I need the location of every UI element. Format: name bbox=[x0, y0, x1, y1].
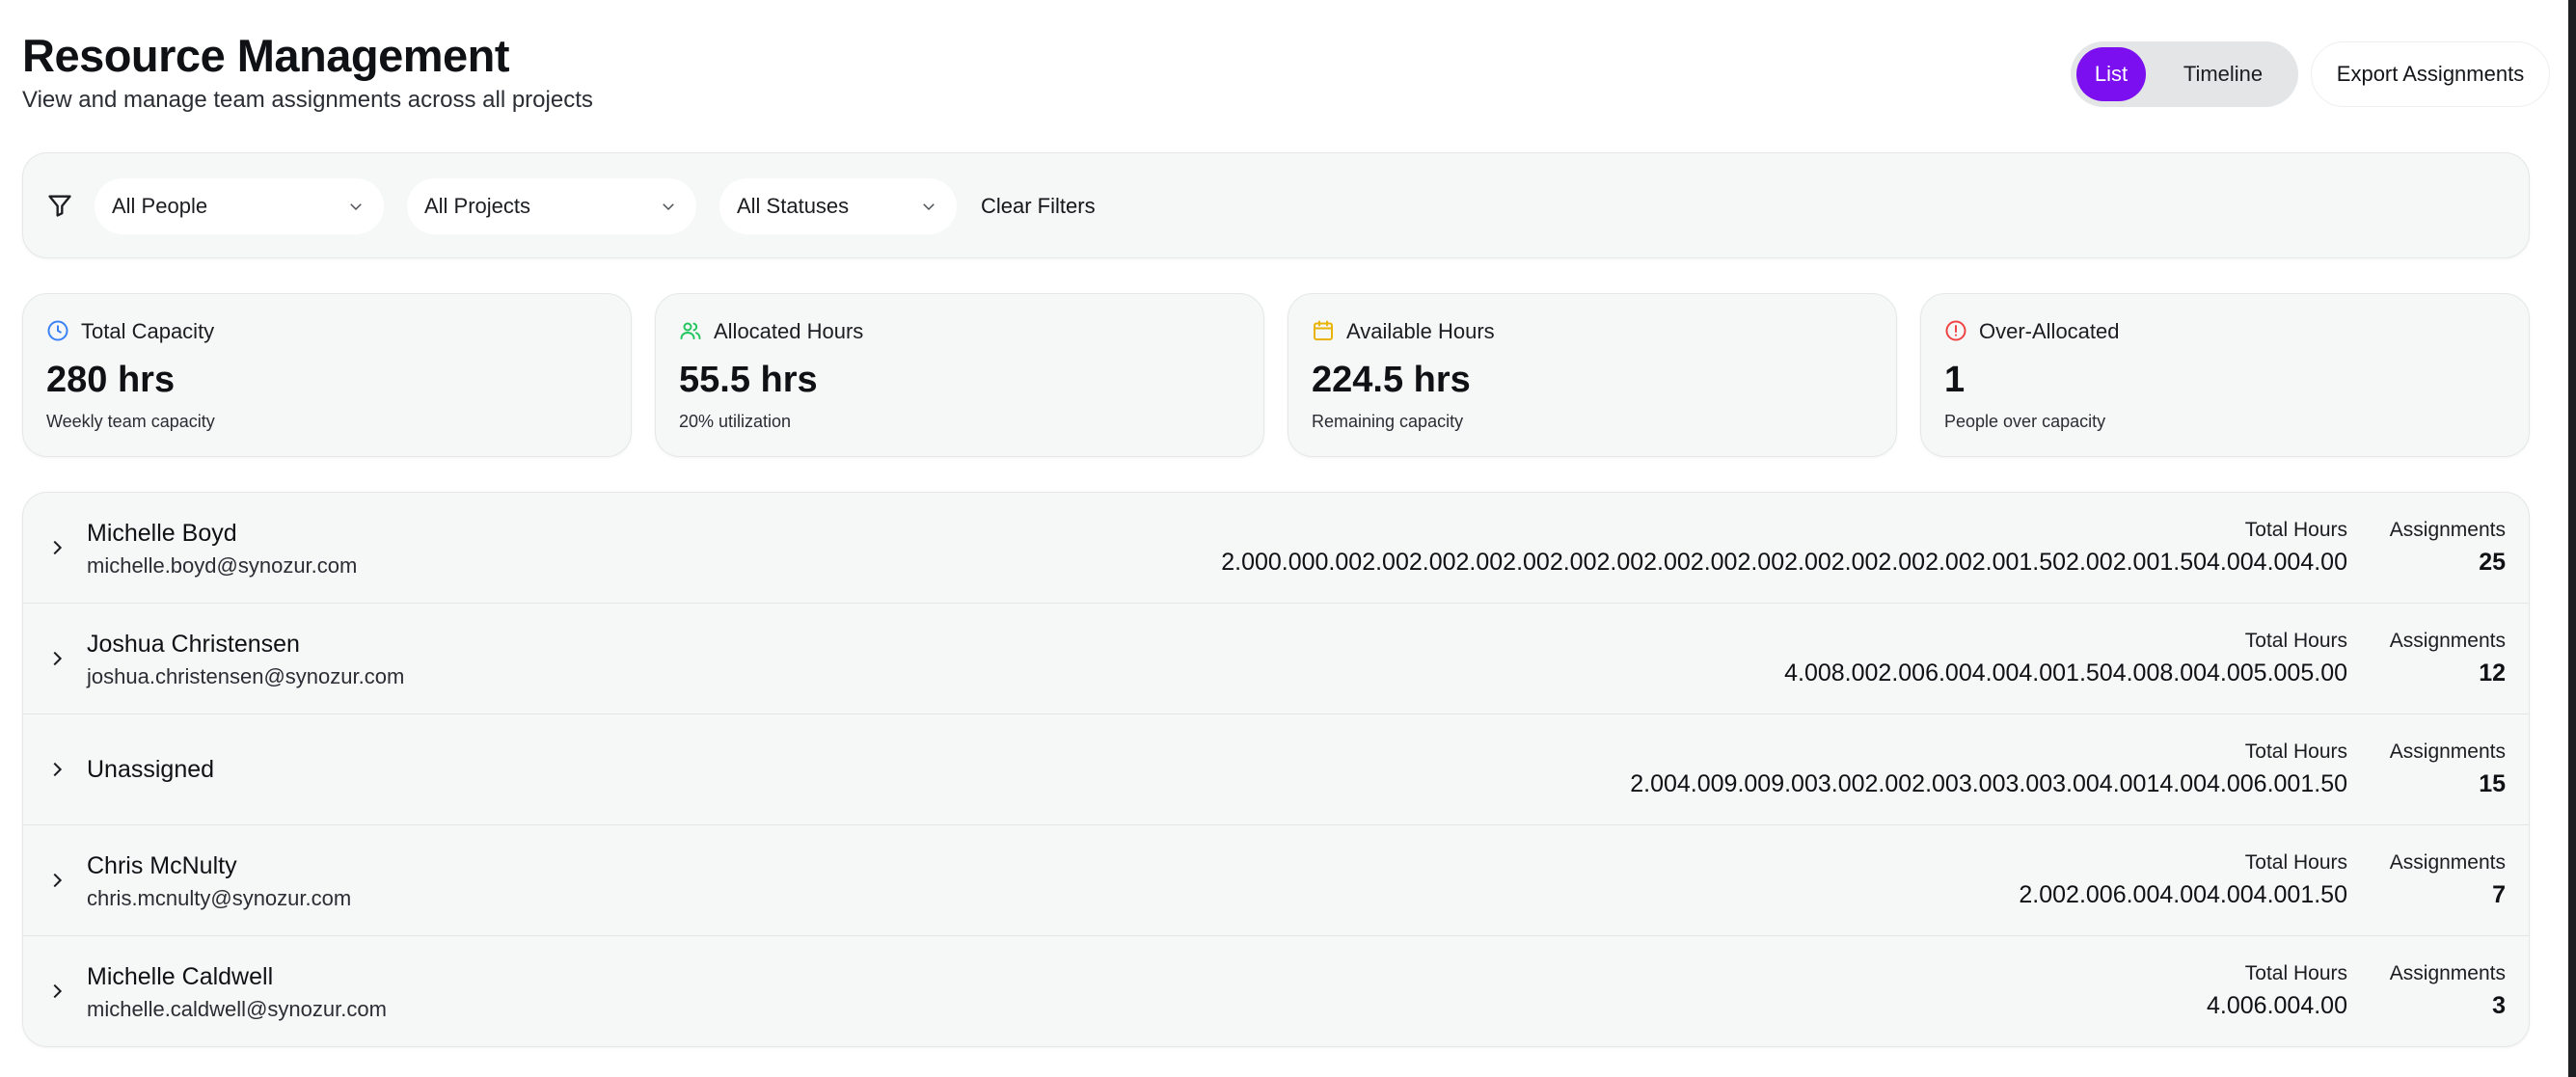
stat-value: 55.5 hrs bbox=[679, 360, 818, 400]
total-hours-value: 2.002.006.004.004.004.001.50 bbox=[2019, 881, 2347, 908]
total-hours-label: Total Hours bbox=[2244, 740, 2347, 763]
people-assignments-list: Michelle Boyd michelle.boyd@synozur.com … bbox=[22, 492, 2530, 1047]
person-row[interactable]: Joshua Christensen joshua.christensen@sy… bbox=[23, 604, 2529, 714]
stat-subtext: Weekly team capacity bbox=[46, 412, 215, 431]
assignments-count: 25 bbox=[2479, 549, 2506, 576]
assignments-label: Assignments bbox=[2389, 851, 2506, 874]
person-name: Joshua Christensen bbox=[87, 631, 300, 658]
chevron-down-icon bbox=[663, 203, 674, 211]
chevron-right-icon[interactable] bbox=[46, 870, 68, 891]
page-header: Resource Management View and manage team… bbox=[22, 0, 2550, 145]
page-subtitle: View and manage team assignments across … bbox=[22, 87, 593, 113]
stat-subtext: People over capacity bbox=[1944, 412, 2106, 431]
export-assignments-button[interactable]: Export Assignments bbox=[2311, 41, 2550, 107]
assignments-label: Assignments bbox=[2389, 962, 2506, 984]
clear-filters-button[interactable]: Clear Filters bbox=[981, 178, 1096, 234]
stat-subtext: 20% utilization bbox=[679, 412, 792, 431]
chevron-right-icon[interactable] bbox=[46, 981, 68, 1002]
stat-label: Over-Allocated bbox=[1979, 319, 2120, 343]
stat-card-over-allocated: Over-Allocated 1 People over capacity bbox=[1920, 293, 2530, 457]
person-row[interactable]: Unassigned Total Hours 2.004.009.009.003… bbox=[23, 714, 2529, 825]
stat-card-total-capacity: Total Capacity 280 hrs Weekly team capac… bbox=[22, 293, 632, 457]
assignments-count: 3 bbox=[2492, 992, 2506, 1019]
person-row[interactable]: Chris McNulty chris.mcnulty@synozur.com … bbox=[23, 825, 2529, 936]
chevron-right-icon[interactable] bbox=[46, 537, 68, 558]
total-hours-value: 4.008.002.006.004.004.001.504.008.004.00… bbox=[1784, 660, 2347, 687]
total-hours-label: Total Hours bbox=[2244, 962, 2347, 984]
clock-icon bbox=[47, 320, 68, 341]
people-filter-value: All People bbox=[112, 194, 208, 218]
total-hours-label: Total Hours bbox=[2244, 630, 2347, 652]
total-hours-label: Total Hours bbox=[2244, 851, 2347, 874]
assignments-count: 7 bbox=[2492, 881, 2506, 908]
window-edge bbox=[2568, 0, 2576, 1077]
stat-value: 224.5 hrs bbox=[1312, 360, 1471, 400]
projects-filter-value: All Projects bbox=[424, 194, 531, 218]
assignments-count: 12 bbox=[2479, 660, 2506, 687]
resource-management-page: Resource Management View and manage team… bbox=[22, 0, 2550, 1047]
chevron-right-icon[interactable] bbox=[46, 648, 68, 669]
projects-filter-select[interactable]: All Projects bbox=[407, 178, 696, 234]
page-title: Resource Management bbox=[22, 30, 510, 81]
chevron-right-icon[interactable] bbox=[46, 759, 68, 780]
stat-subtext: Remaining capacity bbox=[1312, 412, 1464, 431]
person-name: Unassigned bbox=[87, 756, 215, 783]
person-email: michelle.caldwell@synozur.com bbox=[87, 997, 387, 1021]
chevron-down-icon bbox=[350, 203, 362, 211]
person-email: joshua.christensen@synozur.com bbox=[87, 664, 405, 688]
person-email: chris.mcnulty@synozur.com bbox=[87, 886, 352, 910]
assignments-count: 15 bbox=[2479, 770, 2506, 797]
total-hours-value: 4.006.004.00 bbox=[2207, 992, 2347, 1019]
assignments-label: Assignments bbox=[2389, 630, 2506, 652]
person-name: Chris McNulty bbox=[87, 852, 237, 879]
filter-icon bbox=[48, 195, 71, 217]
users-icon bbox=[680, 322, 701, 339]
alert-circle-icon bbox=[1945, 320, 1966, 341]
total-hours-label: Total Hours bbox=[2244, 519, 2347, 541]
person-name: Michelle Caldwell bbox=[87, 963, 274, 990]
status-filter-value: All Statuses bbox=[737, 194, 850, 218]
stat-label: Available Hours bbox=[1346, 319, 1495, 343]
view-toggle: List Timeline bbox=[2071, 41, 2298, 107]
person-email: michelle.boyd@synozur.com bbox=[87, 553, 358, 578]
assignments-label: Assignments bbox=[2389, 519, 2506, 541]
person-name: Michelle Boyd bbox=[87, 520, 237, 547]
total-hours-value: 2.004.009.009.003.002.002.003.003.003.00… bbox=[1630, 770, 2347, 797]
person-row[interactable]: Michelle Caldwell michelle.caldwell@syno… bbox=[23, 936, 2529, 1046]
chevron-down-icon bbox=[923, 203, 935, 211]
calendar-icon bbox=[1314, 320, 1333, 340]
stat-card-allocated-hours: Allocated Hours 55.5 hrs 20% utilization bbox=[655, 293, 1264, 457]
list-view-button[interactable]: List bbox=[2076, 47, 2146, 101]
stat-card-available-hours: Available Hours 224.5 hrs Remaining capa… bbox=[1288, 293, 1897, 457]
assignments-label: Assignments bbox=[2389, 740, 2506, 763]
stat-value: 1 bbox=[1944, 360, 1966, 400]
filter-bar: All People All Projects All Statuses Cle… bbox=[22, 152, 2530, 258]
timeline-view-button[interactable]: Timeline bbox=[2157, 47, 2289, 101]
people-filter-select[interactable]: All People bbox=[95, 178, 384, 234]
total-hours-value: 2.000.000.002.002.002.002.002.002.002.00… bbox=[1221, 549, 2347, 576]
stat-value: 280 hrs bbox=[46, 360, 176, 400]
status-filter-select[interactable]: All Statuses bbox=[719, 178, 957, 234]
stat-label: Total Capacity bbox=[81, 319, 215, 343]
person-row[interactable]: Michelle Boyd michelle.boyd@synozur.com … bbox=[23, 493, 2529, 604]
stat-label: Allocated Hours bbox=[714, 319, 864, 343]
